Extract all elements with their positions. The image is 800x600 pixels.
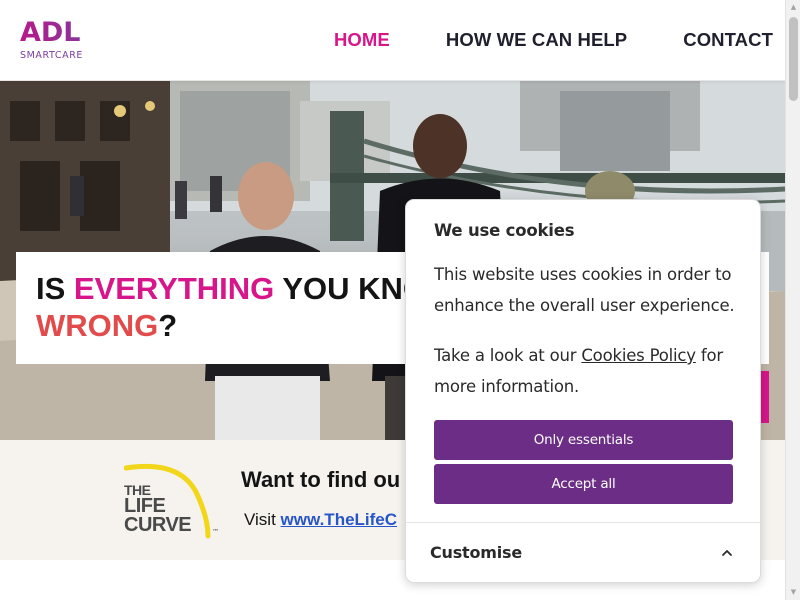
lifecurve-logo-text: THE LIFE CURVE	[124, 483, 192, 536]
chevron-up-icon[interactable]	[720, 546, 734, 560]
logo-tagline: SMARTCARE	[20, 50, 84, 61]
nav-contact[interactable]: CONTACT	[683, 29, 773, 51]
accept-all-button[interactable]: Accept all	[434, 464, 733, 504]
page: ADL SMARTCARE HOME HOW WE CAN HELP CONTA…	[0, 0, 800, 600]
scrollbar-thumb[interactable]	[789, 17, 798, 101]
hero-headline-box: IS EVERYTHING YOU KNO WRONG?	[16, 252, 427, 364]
hero-headline-line2: WRONG?	[36, 307, 416, 344]
adl-smartcare-logo[interactable]: ADL SMARTCARE	[20, 18, 100, 64]
main-nav: HOME HOW WE CAN HELP CONTACT	[278, 0, 773, 80]
scroll-down-arrow-icon[interactable]: ▼	[786, 585, 800, 600]
lifecurve-visit-row: Visit www.TheLifeC	[244, 510, 397, 530]
site-header: ADL SMARTCARE HOME HOW WE CAN HELP CONTA…	[0, 0, 785, 81]
lifecurve-visit-label: Visit	[244, 510, 281, 529]
cookie-dialog-divider	[406, 522, 760, 523]
page-scrollbar[interactable]: ▲ ▼	[785, 0, 800, 600]
only-essentials-button[interactable]: Only essentials	[434, 420, 733, 460]
logo-brand: ADL	[20, 18, 100, 48]
customise-toggle-label[interactable]: Customise	[430, 543, 522, 562]
nav-home[interactable]: HOME	[334, 29, 390, 51]
cookie-policy-text: Take a look at our Cookies Policy for mo…	[434, 340, 746, 402]
lifecurve-logo[interactable]: THE LIFE CURVE ™	[124, 462, 224, 542]
headline-part: IS	[36, 271, 74, 306]
lifecurve-tm: ™	[212, 528, 219, 536]
cookie-consent-dialog: We use cookies This website uses cookies…	[405, 199, 761, 583]
nav-how-we-can-help[interactable]: HOW WE CAN HELP	[446, 29, 627, 51]
lifecurve-title: Want to find ou	[241, 467, 401, 492]
cookie-policy-prefix: Take a look at our	[434, 346, 582, 365]
cookies-policy-link[interactable]: Cookies Policy	[581, 346, 696, 365]
cookie-dialog-title: We use cookies	[434, 221, 575, 240]
hero-headline-line1: IS EVERYTHING YOU KNO	[36, 270, 427, 307]
headline-highlight-wrong: WRONG	[36, 308, 159, 343]
cookie-dialog-body: This website uses cookies in order to en…	[434, 265, 735, 315]
headline-part: ?	[158, 308, 178, 343]
scroll-up-arrow-icon[interactable]: ▲	[786, 0, 800, 15]
headline-highlight-everything: EVERYTHING	[73, 271, 275, 306]
lifecurve-link[interactable]: www.TheLifeC	[281, 510, 398, 529]
lifecurve-word-curve: CURVE	[124, 514, 192, 536]
